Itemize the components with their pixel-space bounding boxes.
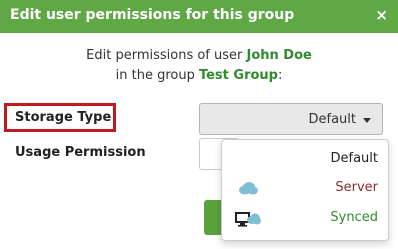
dialog-title: Edit user permissions for this group (10, 7, 295, 23)
option-label: Default (330, 151, 379, 166)
intro-group-name: Test Group (198, 68, 278, 83)
dropdown-option-default[interactable]: Default (222, 145, 388, 175)
monitor-cloud-icon (235, 212, 261, 227)
dropdown-option-synced[interactable]: Synced (222, 204, 388, 234)
dialog-header: Edit user permissions for this group × (0, 0, 398, 33)
dropdown-option-server[interactable]: Server (222, 174, 388, 204)
intro-user-name: John Doe (246, 48, 312, 63)
cloud-icon (239, 182, 258, 195)
storage-type-select[interactable]: Default (199, 103, 383, 135)
storage-type-dropdown-menu: Default Server Synced (221, 139, 389, 241)
option-label: Synced (330, 210, 378, 225)
dialog-intro: Edit permissions of user John Doe in the… (0, 46, 398, 86)
storage-type-label: Storage Type (15, 110, 112, 125)
usage-permission-label: Usage Permission (15, 145, 146, 160)
intro-suffix: : (277, 68, 283, 83)
intro-prefix: Edit permissions of user (86, 48, 247, 63)
caret-down-icon (363, 118, 371, 123)
option-label: Server (335, 180, 378, 195)
close-icon[interactable]: × (375, 6, 388, 24)
storage-type-selected-value: Default (308, 112, 357, 127)
intro-middle: in the group (115, 68, 199, 83)
